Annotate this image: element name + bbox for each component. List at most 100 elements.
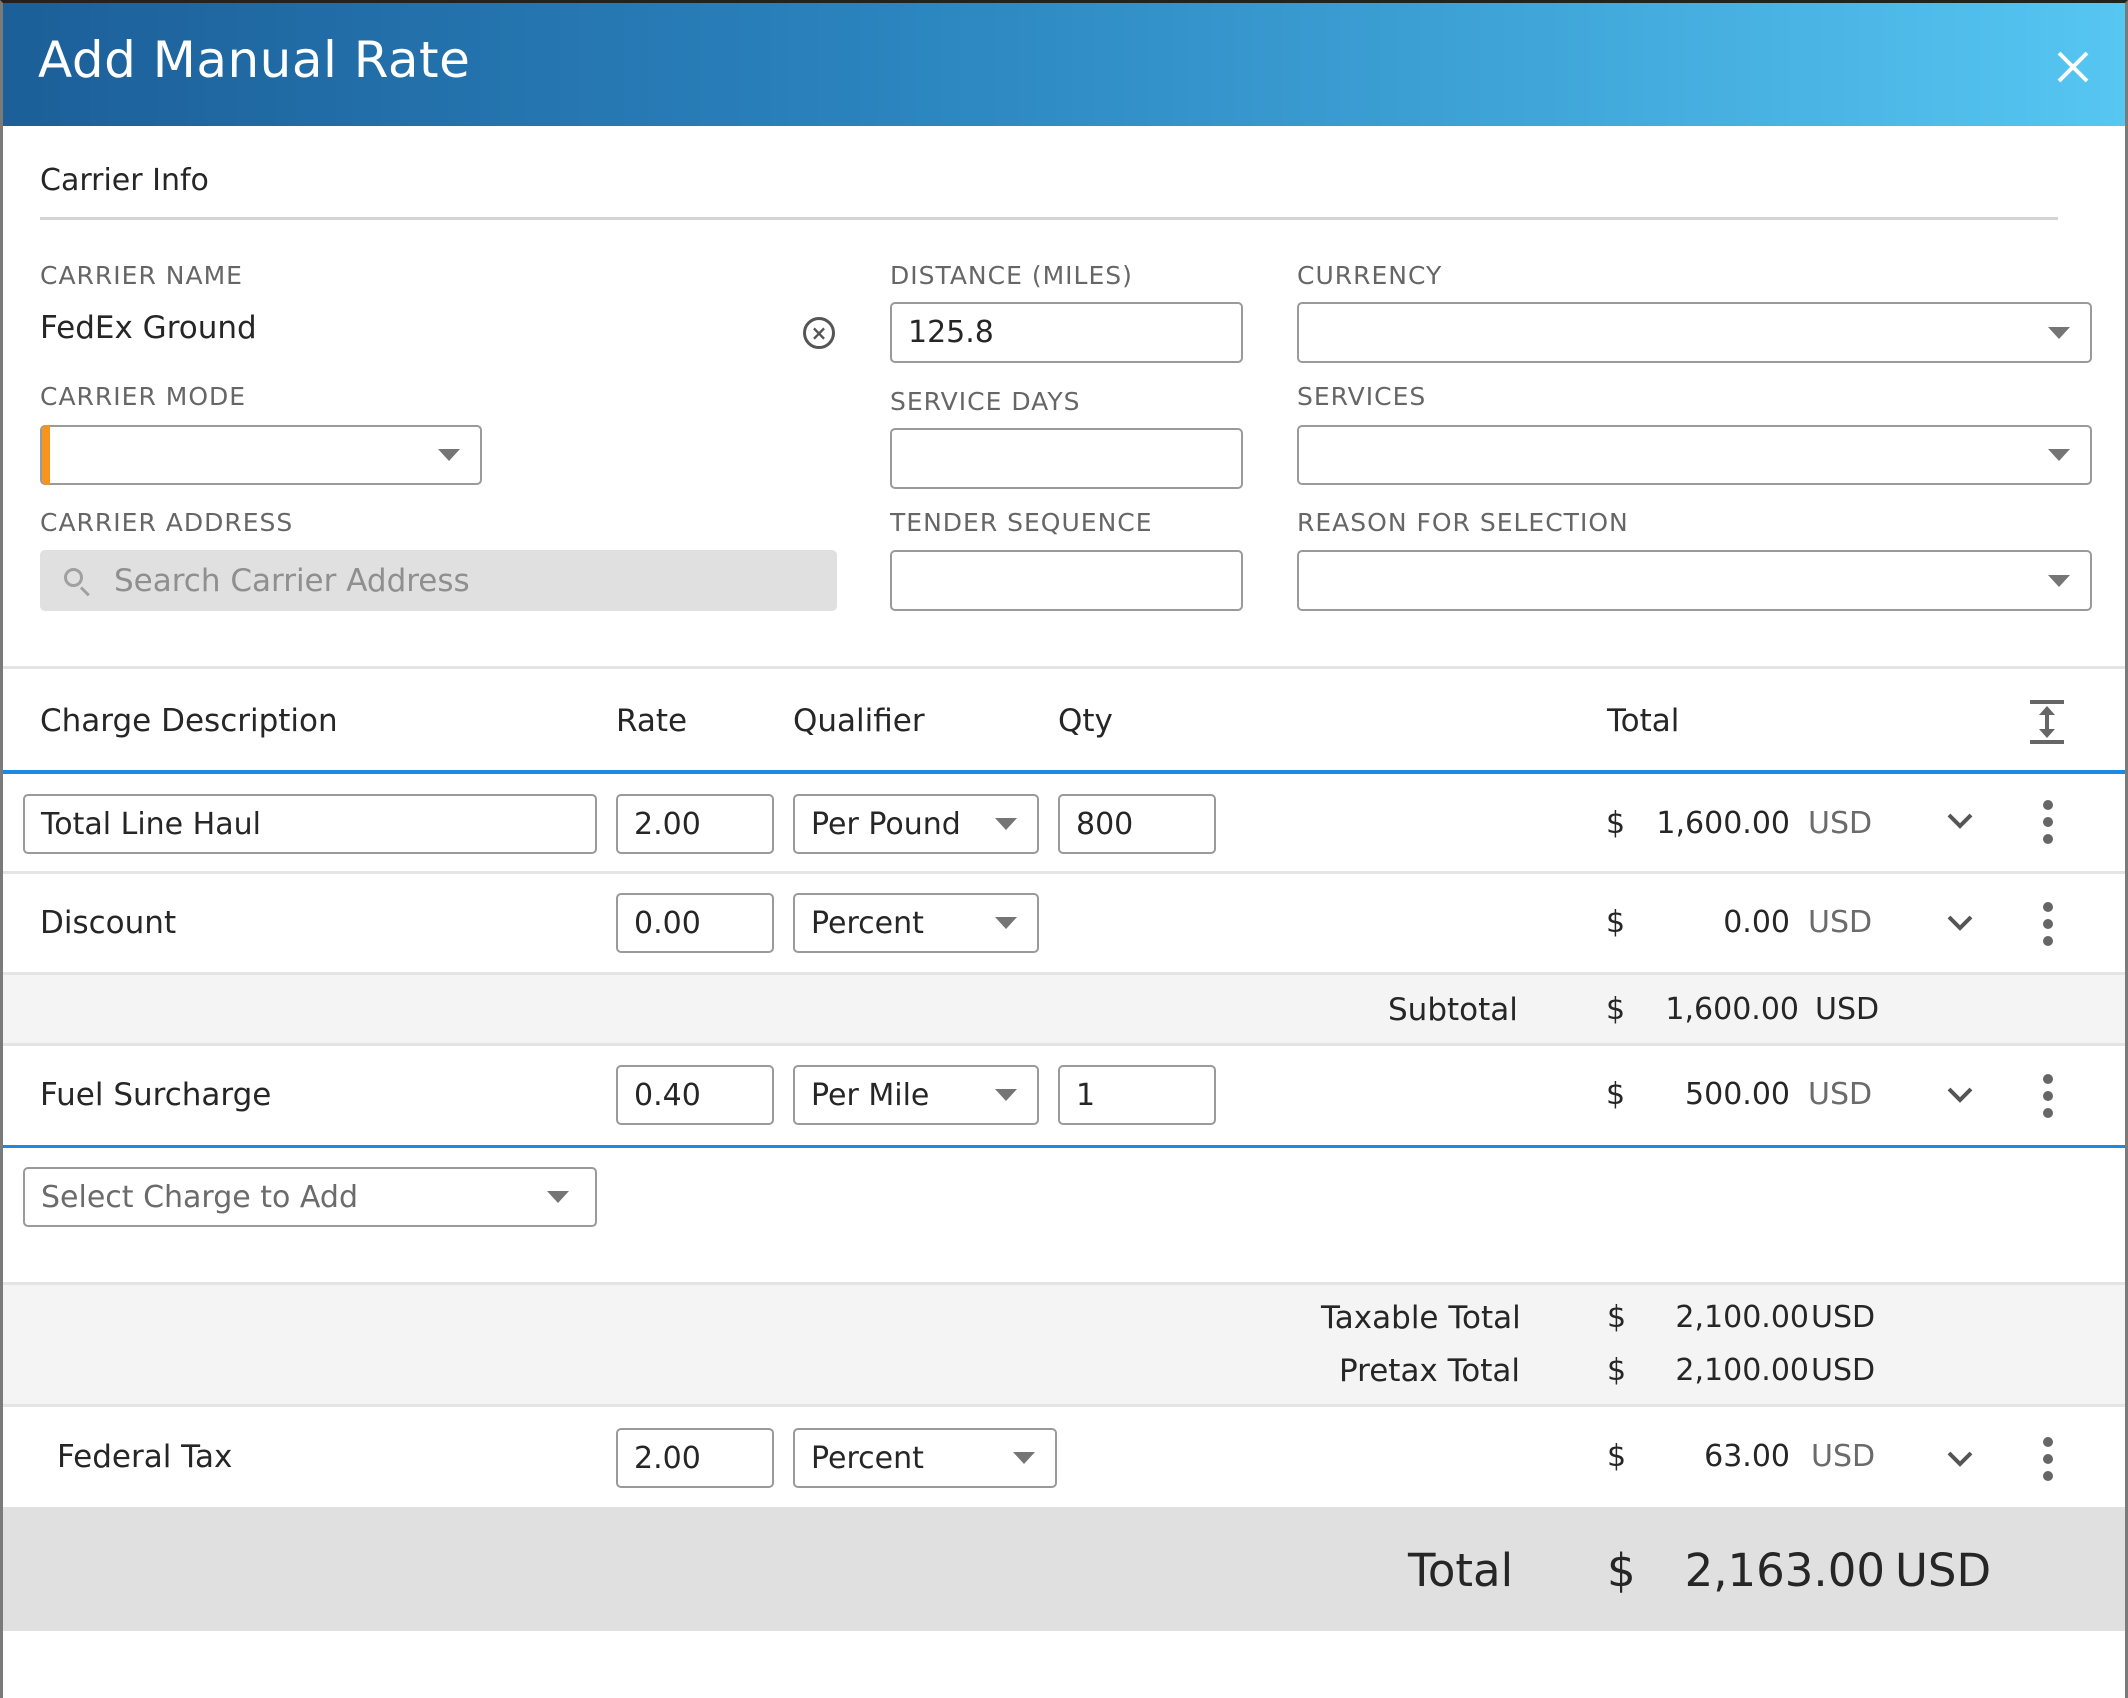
add-charge-placeholder: Select Charge to Add — [41, 1179, 359, 1215]
caret-down-icon — [2048, 574, 2070, 587]
currency-symbol: $ — [1607, 1300, 1627, 1335]
currency-code: USD — [1811, 1353, 1876, 1388]
kebab-menu-icon — [2043, 1437, 2053, 1447]
expand-row-button[interactable] — [1945, 1444, 1975, 1474]
service-days-label: SERVICE DAYS — [890, 387, 1081, 416]
dialog-title: Add Manual Rate — [38, 31, 471, 89]
currency-code: USD — [1808, 806, 1873, 841]
charge-description: Discount — [40, 905, 177, 941]
column-header-qty: Qty — [1058, 703, 1113, 739]
row-more-options-button[interactable] — [2038, 800, 2058, 844]
rate-input[interactable]: 0.40 — [616, 1065, 774, 1125]
grand-total-row: Total $ 2,163.00 USD — [3, 1507, 2125, 1631]
subtotal-row: Subtotal $ 1,600.00 USD — [3, 972, 2125, 1046]
qty-value: 1 — [1076, 1077, 1096, 1113]
section-divider — [40, 217, 2058, 220]
currency-code: USD — [1895, 1544, 1992, 1597]
services-label: SERVICES — [1297, 382, 1427, 411]
chevron-down-icon — [1947, 1087, 1973, 1103]
currency-symbol: $ — [1607, 1544, 1636, 1597]
rate-input[interactable]: 0.00 — [616, 893, 774, 953]
column-header-rate: Rate — [616, 703, 688, 739]
tax-qualifier-select[interactable]: Percent — [793, 1428, 1057, 1488]
carrier-info-title: Carrier Info — [40, 163, 209, 198]
charge-amount: 1,600.00 — [1656, 806, 1790, 841]
caret-down-icon — [547, 1191, 569, 1203]
row-more-options-button[interactable] — [2038, 1437, 2058, 1481]
rate-input[interactable]: 2.00 — [616, 794, 774, 854]
currency-symbol: $ — [1607, 1353, 1627, 1388]
expand-row-button[interactable] — [1945, 908, 1975, 938]
subtotal-amount: 1,600.00 — [1665, 992, 1799, 1027]
carrier-name-label: CARRIER NAME — [40, 261, 243, 290]
currency-code: USD — [1811, 1300, 1876, 1335]
charge-amount: 0.00 — [1723, 905, 1790, 940]
distance-label: DISTANCE (MILES) — [890, 261, 1133, 290]
tender-sequence-label: TENDER SEQUENCE — [890, 508, 1153, 537]
qualifier-value: Percent — [811, 1440, 924, 1476]
charges-end-line — [3, 1145, 2125, 1148]
distance-input[interactable]: 125.8 — [890, 302, 1243, 363]
qualifier-select[interactable]: Per Pound — [793, 794, 1039, 854]
qty-input[interactable]: 800 — [1058, 794, 1216, 854]
charge-amount: 500.00 — [1685, 1077, 1790, 1112]
rate-value: 2.00 — [634, 1440, 701, 1476]
qty-input[interactable]: 1 — [1058, 1065, 1216, 1125]
dialog-header: Add Manual Rate — [3, 3, 2125, 126]
qualifier-value: Per Pound — [811, 806, 961, 842]
clear-carrier-button[interactable]: × — [803, 317, 835, 349]
carrier-mode-select[interactable] — [40, 425, 482, 485]
distance-value: 125.8 — [908, 315, 994, 350]
grand-total-amount: 2,163.00 — [1684, 1544, 1885, 1597]
required-indicator — [42, 425, 50, 485]
currency-code: USD — [1815, 992, 1880, 1027]
row-more-options-button[interactable] — [2038, 902, 2058, 946]
kebab-menu-icon — [2043, 902, 2053, 912]
table-header-underline — [3, 770, 2125, 774]
carrier-mode-label: CARRIER MODE — [40, 382, 247, 411]
clear-circle-icon: × — [810, 321, 828, 345]
carrier-address-search[interactable]: Search Carrier Address — [40, 550, 837, 611]
chevron-down-icon — [1947, 1451, 1973, 1467]
column-header-qualifier: Qualifier — [793, 703, 925, 739]
taxable-total-label: Taxable Total — [1321, 1300, 1521, 1336]
caret-down-icon — [995, 818, 1017, 830]
caret-down-icon — [438, 449, 460, 461]
tax-rate-input[interactable]: 2.00 — [616, 1428, 774, 1488]
qualifier-select[interactable]: Percent — [793, 893, 1039, 953]
rate-value: 0.00 — [634, 905, 701, 941]
qualifier-value: Per Mile — [811, 1077, 930, 1113]
chevron-down-icon — [1947, 915, 1973, 931]
close-icon — [2057, 51, 2089, 83]
row-more-options-button[interactable] — [2038, 1074, 2058, 1118]
expand-vertical-icon — [2030, 700, 2064, 744]
column-header-description: Charge Description — [40, 703, 338, 739]
carrier-address-label: CARRIER ADDRESS — [40, 508, 294, 537]
services-select[interactable] — [1297, 425, 2092, 485]
reason-for-selection-select[interactable] — [1297, 550, 2092, 611]
caret-down-icon — [995, 917, 1017, 929]
charge-description-input[interactable]: Total Line Haul — [23, 794, 597, 854]
expand-row-button[interactable] — [1945, 1080, 1975, 1110]
tender-sequence-input[interactable] — [890, 550, 1243, 611]
tax-description: Federal Tax — [57, 1439, 233, 1475]
currency-code: USD — [1808, 1077, 1873, 1112]
add-charge-select[interactable]: Select Charge to Add — [23, 1167, 597, 1227]
caret-down-icon — [995, 1089, 1017, 1101]
expand-collapse-all-button[interactable] — [2028, 698, 2066, 746]
carrier-address-placeholder: Search Carrier Address — [114, 562, 470, 599]
qualifier-select[interactable]: Per Mile — [793, 1065, 1039, 1125]
kebab-menu-icon — [2043, 1074, 2053, 1084]
service-days-input[interactable] — [890, 428, 1243, 489]
rate-value: 0.40 — [634, 1077, 701, 1113]
charge-description-value: Total Line Haul — [41, 806, 261, 842]
close-button[interactable] — [2053, 47, 2093, 87]
expand-row-button[interactable] — [1945, 806, 1975, 836]
chevron-down-icon — [1947, 813, 1973, 829]
subtotal-label: Subtotal — [1388, 992, 1518, 1028]
carrier-name-value: FedEx Ground — [40, 310, 257, 346]
rate-value: 2.00 — [634, 806, 701, 842]
grand-total-label: Total — [1408, 1544, 1514, 1597]
currency-select[interactable] — [1297, 302, 2092, 363]
tax-amount: 63.00 — [1704, 1439, 1790, 1474]
